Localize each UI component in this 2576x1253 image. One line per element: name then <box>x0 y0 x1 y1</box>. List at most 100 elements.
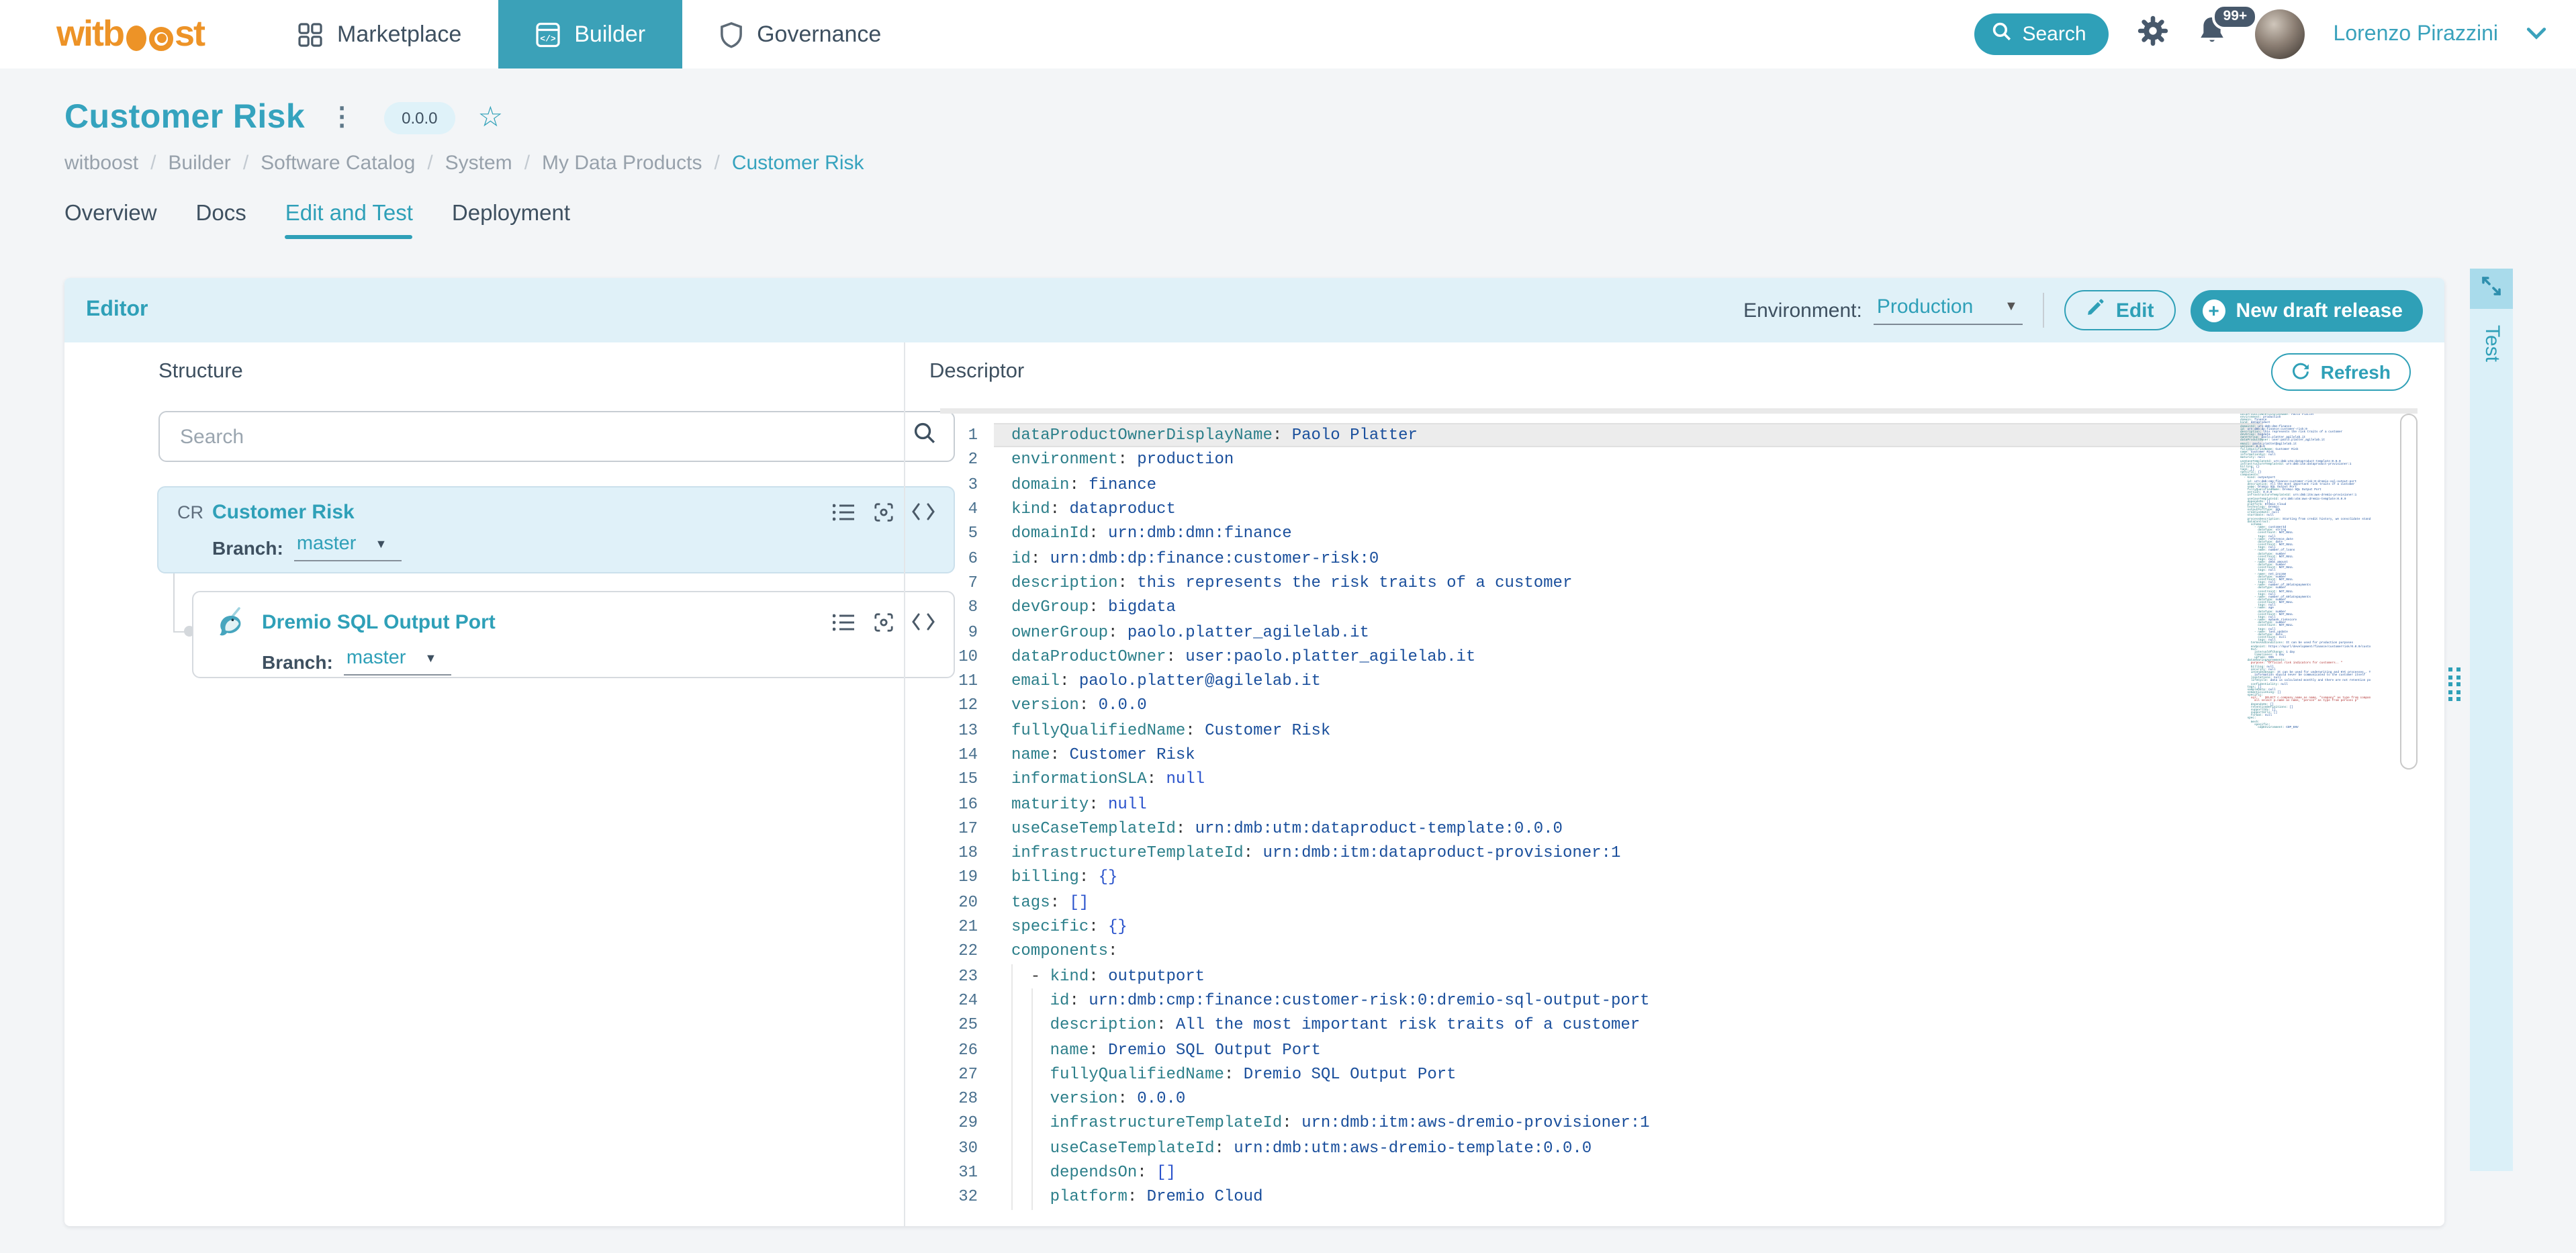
code-line: 14 name: Customer Risk <box>940 743 2263 768</box>
navbar-right: Search 99+ Lorenzo Pirazzini <box>1974 0 2576 68</box>
code-line: 29 infrastructureTemplateId: urn:dmb:itm… <box>940 1111 2263 1136</box>
avatar[interactable] <box>2255 9 2305 59</box>
logo-o-filled <box>126 26 146 51</box>
line-number: 26 <box>958 1040 978 1060</box>
structure-node-dataproduct[interactable]: CR Customer Risk Branch: master ▼ <box>157 486 955 573</box>
logo-text: witb <box>56 13 125 54</box>
logo-o-ring <box>149 26 173 50</box>
top-navbar: witb st Marketplace </> Builder Governan… <box>0 0 2576 68</box>
builder-window-icon: </> <box>534 21 561 48</box>
code-line: 6 id: urn:dmb:dp:finance:customer-risk:0 <box>940 546 2263 571</box>
nav-item-label: Marketplace <box>337 21 462 46</box>
environment-label: Environment: <box>1743 299 1862 322</box>
panel-drag-handle[interactable] <box>2448 667 2460 701</box>
node-title[interactable]: Dremio SQL Output Port <box>262 610 496 633</box>
structure-node-outputport[interactable]: Dremio SQL Output Port Branch: master ▼ <box>192 591 955 678</box>
breadcrumb-item[interactable]: System <box>445 152 512 175</box>
breadcrumb-item[interactable]: Software Catalog <box>261 152 415 175</box>
user-menu-chevron-down-icon[interactable] <box>2526 22 2546 46</box>
version-badge: 0.0.0 <box>384 101 455 134</box>
node-title[interactable]: Customer Risk <box>212 501 355 524</box>
details-list-icon[interactable] <box>833 612 856 632</box>
breadcrumb-item[interactable]: My Data Products <box>542 152 702 175</box>
editor-label: Editor <box>86 298 148 321</box>
shield-icon <box>718 21 743 48</box>
code-line: 15 informationSLA: null <box>940 767 2263 792</box>
line-number: 3 <box>968 475 978 494</box>
test-panel-tab[interactable]: Test <box>2470 309 2513 1171</box>
marketplace-grid-icon <box>297 21 324 48</box>
witboost-logo[interactable]: witb st <box>56 0 205 68</box>
branch-select[interactable]: master ▼ <box>343 647 451 676</box>
breadcrumb-item[interactable]: witboost <box>64 152 138 175</box>
user-name[interactable]: Lorenzo Pirazzini <box>2334 22 2498 46</box>
line-number: 5 <box>968 524 978 543</box>
favorite-star-icon[interactable]: ☆ <box>478 103 504 132</box>
focus-target-icon[interactable] <box>873 502 894 522</box>
tab-edit-and-test[interactable]: Edit and Test <box>285 201 414 239</box>
line-number: 24 <box>958 990 978 1010</box>
environment-select[interactable]: Production ▼ <box>1874 295 2023 325</box>
tab-docs[interactable]: Docs <box>196 201 246 239</box>
test-panel-expand-button[interactable] <box>2470 269 2513 309</box>
breadcrumb-separator: / <box>524 152 531 175</box>
breadcrumb-item[interactable]: Customer Risk <box>732 152 864 175</box>
line-number: 15 <box>958 770 978 789</box>
code-line: 3 domain: finance <box>940 472 2263 497</box>
breadcrumb-separator: / <box>242 152 249 175</box>
nav-item-builder[interactable]: </> Builder <box>498 0 682 68</box>
line-number: 6 <box>968 549 978 568</box>
line-number: 31 <box>958 1163 978 1182</box>
line-number: 21 <box>958 917 978 937</box>
line-number: 28 <box>958 1089 978 1109</box>
code-line: 10 dataProductOwner: user:paolo.platter_a… <box>940 644 2263 669</box>
branch-label: Branch: <box>262 651 333 672</box>
environment-value: Production <box>1876 295 1974 318</box>
structure-heading: Structure <box>158 360 243 383</box>
tab-deployment[interactable]: Deployment <box>452 201 570 239</box>
pencil-icon <box>2086 298 2105 322</box>
descriptor-panel: Descriptor Refresh 1 dataProductOwnerDisp… <box>904 342 2444 1226</box>
notifications-badge: 99+ <box>2212 4 2258 29</box>
code-line: 20 tags: [] <box>940 890 2263 915</box>
gear-icon <box>2137 15 2170 54</box>
structure-search-input[interactable] <box>177 424 913 449</box>
line-number: 27 <box>958 1064 978 1084</box>
edit-button[interactable]: Edit <box>2064 290 2176 330</box>
refresh-button[interactable]: Refresh <box>2270 353 2411 391</box>
editor-minimap[interactable]: dataProductOwnerDisplayName: Paolo Platt… <box>2240 414 2371 729</box>
yaml-code-editor[interactable]: 1 dataProductOwnerDisplayName: Paolo Plat… <box>940 408 2418 1214</box>
focus-target-icon[interactable] <box>873 612 894 632</box>
notifications-button[interactable]: 99+ <box>2198 4 2258 54</box>
settings-button[interactable] <box>2137 15 2170 54</box>
breadcrumb-item[interactable]: Builder <box>168 152 230 175</box>
tab-overview[interactable]: Overview <box>64 201 157 239</box>
code-line: 19 billing: {} <box>940 866 2263 890</box>
line-number: 14 <box>958 745 978 764</box>
new-draft-release-button[interactable]: + New draft release <box>2190 289 2423 331</box>
edit-button-label: Edit <box>2115 299 2154 322</box>
code-line: 22 components: <box>940 939 2263 964</box>
kebab-menu-icon[interactable]: ⋮ <box>329 105 355 130</box>
code-line: 28 version: 0.0.0 <box>940 1086 2263 1111</box>
code-line: 24 id: urn:dmb:cmp:finance:customer-risk… <box>940 988 2263 1013</box>
code-line: 8 devGroup: bigdata <box>940 595 2263 620</box>
refresh-icon <box>2291 361 2310 383</box>
dremio-narwhal-icon <box>212 606 247 638</box>
details-list-icon[interactable] <box>833 502 856 522</box>
code-line: 4 kind: dataproduct <box>940 497 2263 522</box>
branch-select[interactable]: master ▼ <box>293 533 402 561</box>
global-search-button[interactable]: Search <box>1974 13 2109 55</box>
editor-scrollbar-thumb[interactable] <box>2400 414 2418 770</box>
line-number: 30 <box>958 1138 978 1158</box>
primary-nav: Marketplace </> Builder Governance <box>261 0 917 68</box>
code-line: 25 description: All the most important r… <box>940 1013 2263 1037</box>
code-line: 7 description: this represents the risk t… <box>940 571 2263 596</box>
page-tabs: Overview Docs Edit and Test Deployment <box>64 201 2576 239</box>
chevron-down-icon: ▼ <box>375 537 387 551</box>
node-initials: CR <box>177 502 203 522</box>
line-number: 22 <box>958 941 978 961</box>
nav-item-marketplace[interactable]: Marketplace <box>261 0 498 68</box>
nav-item-label: Governance <box>757 21 882 46</box>
nav-item-governance[interactable]: Governance <box>682 0 917 68</box>
